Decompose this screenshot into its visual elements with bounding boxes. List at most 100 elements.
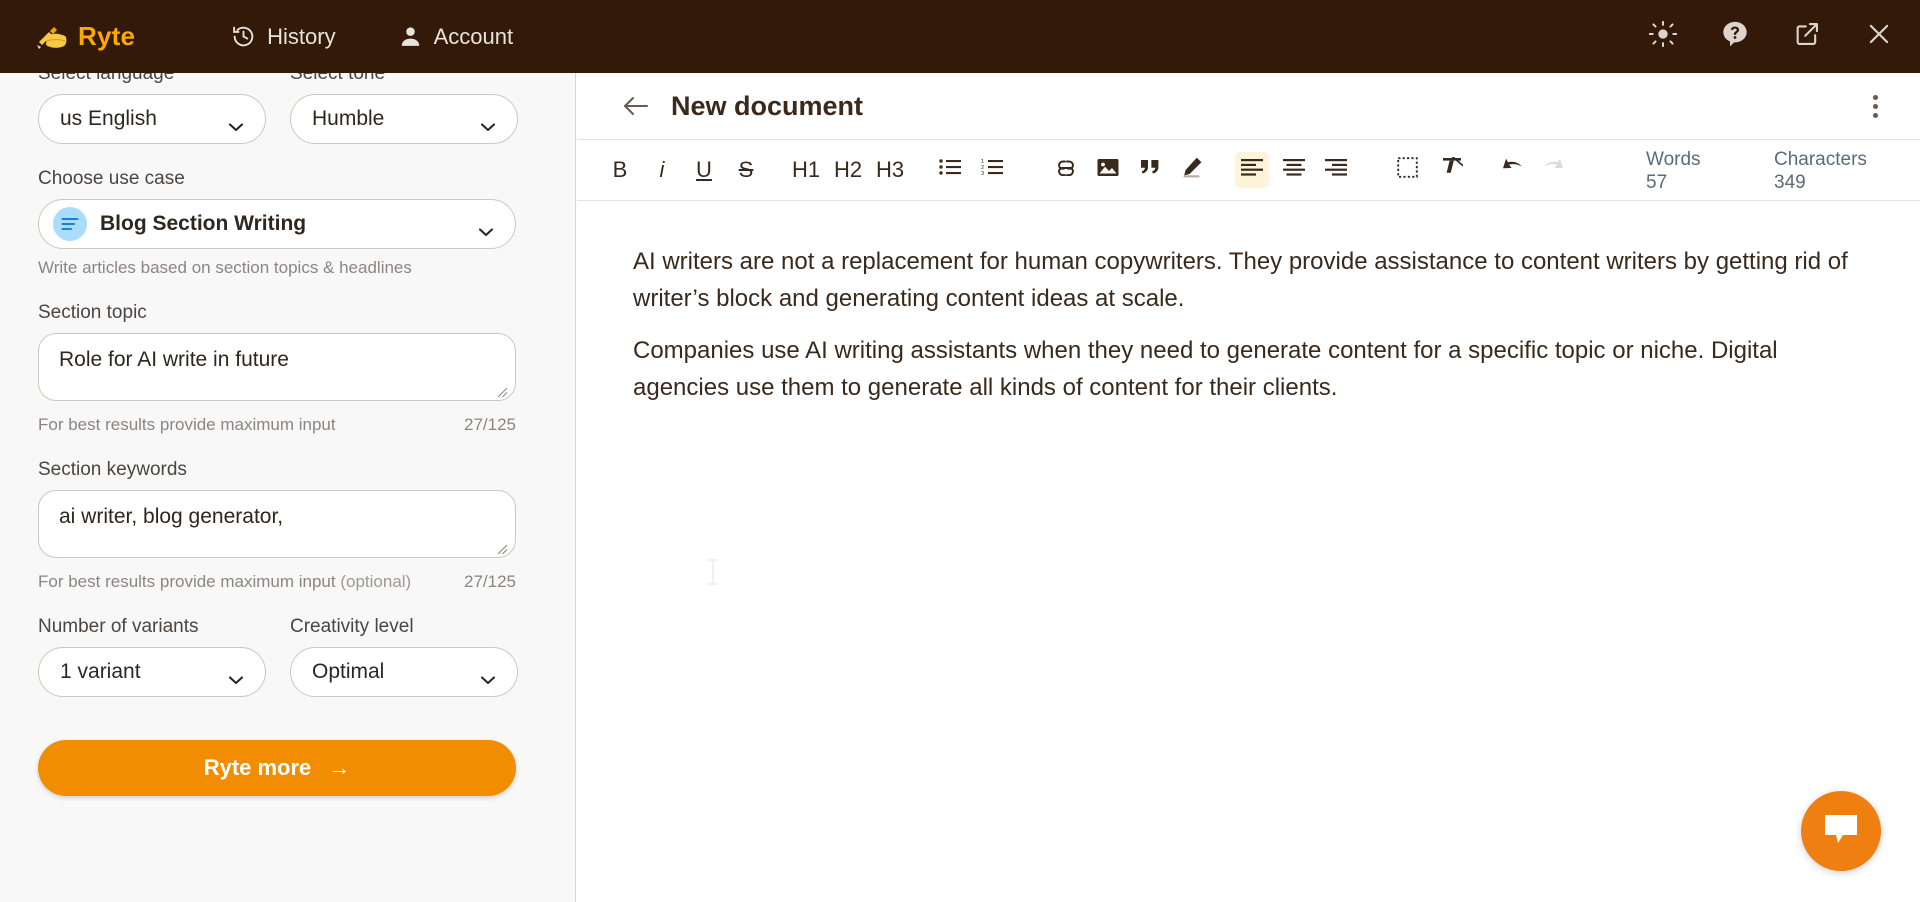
use-case-select[interactable]: Blog Section Writing bbox=[38, 199, 516, 249]
align-right-icon bbox=[1325, 158, 1347, 182]
undo-button[interactable] bbox=[1495, 152, 1529, 188]
language-value: us English bbox=[60, 107, 157, 130]
text-cursor-icon bbox=[706, 557, 720, 587]
help-icon bbox=[1721, 20, 1749, 53]
strikethrough-button[interactable]: S bbox=[729, 152, 763, 188]
section-topic-helper-row: For best results provide maximum input 2… bbox=[38, 415, 516, 435]
dashed-selection-icon bbox=[1396, 156, 1424, 184]
section-keywords-counter: 27/125 bbox=[464, 572, 516, 591]
use-case-label: Choose use case bbox=[38, 168, 185, 189]
sidebar-form: Select language us English Select tone H… bbox=[0, 73, 556, 796]
brightness-button[interactable] bbox=[1648, 20, 1678, 53]
help-button[interactable] bbox=[1720, 20, 1750, 53]
words-value: 57 bbox=[1646, 172, 1668, 193]
section-keywords-label: Section keywords bbox=[38, 459, 187, 480]
section-keywords-helper-row: For best results provide maximum input (… bbox=[38, 572, 516, 592]
top-bar: Ryte History Account bbox=[0, 0, 1920, 73]
ryte-more-label: Ryte more bbox=[203, 755, 312, 780]
tone-field: Select tone Humble bbox=[290, 73, 518, 144]
heading-2-button[interactable]: H2 bbox=[831, 152, 865, 188]
open-external-button[interactable] bbox=[1792, 22, 1822, 52]
editor-counters: Words 57 Characters 349 bbox=[1646, 140, 1920, 202]
tone-value: Humble bbox=[312, 107, 385, 130]
redo-icon bbox=[1542, 158, 1566, 182]
bold-button[interactable]: B bbox=[603, 152, 637, 188]
nav-account-label: Account bbox=[433, 23, 514, 49]
heading-3-button[interactable]: H3 bbox=[873, 152, 907, 188]
document-menu-button[interactable] bbox=[1862, 93, 1888, 119]
bulleted-list-icon bbox=[939, 158, 961, 182]
heading-1-button[interactable]: H1 bbox=[789, 152, 823, 188]
quote-icon bbox=[1139, 158, 1161, 182]
ryte-more-button[interactable]: Ryte more → bbox=[38, 740, 516, 796]
align-left-icon bbox=[1241, 158, 1263, 182]
editor-content[interactable]: AI writers are not a replacement for hum… bbox=[577, 201, 1920, 901]
section-keywords-helper: For best results provide maximum input bbox=[38, 572, 336, 591]
paragraph[interactable]: AI writers are not a replacement for hum… bbox=[633, 243, 1858, 317]
dot bbox=[1872, 94, 1878, 100]
use-case-helper: Write articles based on section topics &… bbox=[38, 258, 412, 277]
document-pane: New document B i U S H1 H2 H3 1 2 3 Word… bbox=[577, 73, 1920, 902]
person-icon bbox=[398, 24, 423, 49]
variants-label: Number of variants bbox=[38, 616, 199, 637]
section-keywords-field: Section keywords For best results provid… bbox=[38, 459, 518, 592]
insert-link-button[interactable] bbox=[1049, 152, 1083, 188]
brand-logo-group[interactable]: Ryte bbox=[35, 21, 135, 52]
numbered-list-button[interactable]: 1 2 3 bbox=[975, 152, 1009, 188]
chevron-down-icon bbox=[228, 114, 244, 132]
use-case-field: Choose use case Blog Section Writing Wri… bbox=[38, 168, 518, 278]
clear-formatting-icon bbox=[1441, 153, 1467, 183]
blockquote-button[interactable] bbox=[1133, 152, 1167, 188]
language-select[interactable]: us English bbox=[38, 94, 266, 144]
paragraph[interactable]: Companies use AI writing assistants when… bbox=[633, 332, 1858, 406]
creativity-label: Creativity level bbox=[290, 616, 414, 637]
language-field: Select language us English bbox=[38, 73, 266, 144]
section-topic-input[interactable] bbox=[38, 333, 516, 401]
back-arrow-icon[interactable] bbox=[622, 95, 650, 117]
chevron-down-icon bbox=[480, 114, 496, 132]
use-case-value: Blog Section Writing bbox=[100, 212, 307, 235]
creativity-select[interactable]: Optimal bbox=[290, 647, 518, 697]
redo-button[interactable] bbox=[1537, 152, 1571, 188]
underline-button[interactable]: U bbox=[687, 152, 721, 188]
tone-label: Select tone bbox=[290, 73, 386, 84]
highlighter-button[interactable] bbox=[1175, 152, 1209, 188]
link-icon bbox=[1054, 158, 1078, 182]
chevron-down-icon bbox=[480, 667, 496, 685]
align-right-button[interactable] bbox=[1319, 152, 1353, 188]
page-title: New document bbox=[671, 90, 864, 121]
numbered-list-icon: 1 2 3 bbox=[981, 158, 1003, 182]
characters-value: 349 bbox=[1774, 172, 1806, 193]
section-topic-field: Section topic For best results provide m… bbox=[38, 302, 518, 435]
section-keywords-optional: (optional) bbox=[340, 572, 412, 591]
brand-name: Ryte bbox=[78, 21, 136, 51]
creativity-field: Creativity level Optimal bbox=[290, 616, 518, 697]
image-icon bbox=[1097, 158, 1119, 183]
tone-select[interactable]: Humble bbox=[290, 94, 518, 144]
section-keywords-input[interactable] bbox=[38, 490, 516, 558]
word-counter: Words 57 bbox=[1646, 148, 1774, 194]
section-topic-counter: 27/125 bbox=[464, 415, 516, 434]
align-center-button[interactable] bbox=[1277, 152, 1311, 188]
close-button[interactable] bbox=[1864, 22, 1894, 52]
variants-select[interactable]: 1 variant bbox=[38, 647, 266, 697]
editor-toolbar: B i U S H1 H2 H3 1 2 3 Words 57 Characte… bbox=[577, 139, 1920, 201]
align-left-button[interactable] bbox=[1235, 152, 1269, 188]
italic-button[interactable]: i bbox=[645, 152, 679, 188]
chat-bubble-icon bbox=[1823, 813, 1859, 850]
insert-image-button[interactable] bbox=[1091, 152, 1125, 188]
external-link-icon bbox=[1793, 20, 1821, 53]
section-keywords-input-wrap bbox=[38, 490, 516, 563]
nav-account[interactable]: Account bbox=[398, 23, 514, 50]
characters-label: Characters bbox=[1774, 149, 1867, 170]
words-label: Words bbox=[1646, 149, 1701, 170]
chat-widget-button[interactable] bbox=[1801, 791, 1881, 871]
nav-history[interactable]: History bbox=[231, 24, 336, 50]
chevron-down-icon bbox=[478, 219, 494, 237]
dot bbox=[1872, 112, 1878, 118]
select-block-button[interactable] bbox=[1393, 152, 1427, 188]
bulleted-list-button[interactable] bbox=[933, 152, 967, 188]
clear-formatting-button[interactable] bbox=[1435, 152, 1469, 188]
brightness-icon bbox=[1648, 20, 1678, 53]
section-topic-label: Section topic bbox=[38, 302, 147, 323]
